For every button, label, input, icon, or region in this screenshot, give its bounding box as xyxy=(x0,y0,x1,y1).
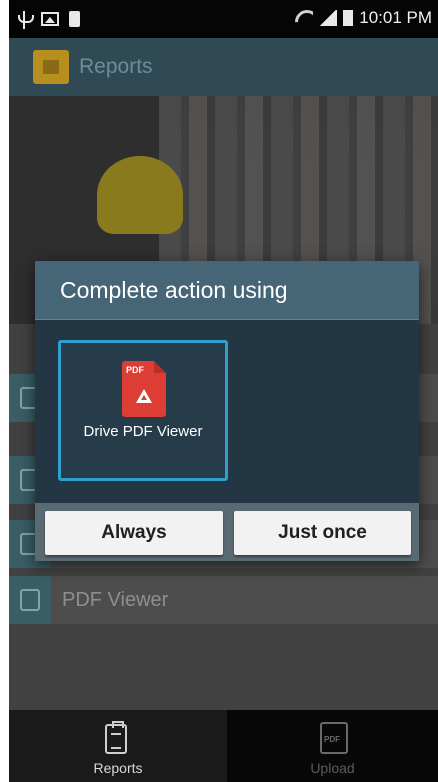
nav-tab-label: Upload xyxy=(310,760,355,776)
drive-pdf-icon: PDF xyxy=(122,361,166,417)
app-bar: Reports xyxy=(9,38,438,96)
status-time: 10:01 PM xyxy=(359,8,432,27)
phone-screen: 10:01 PM Reports PDF Viewer Reports PDF … xyxy=(9,0,438,782)
drive-logo-icon xyxy=(136,389,152,403)
pdf-tag: PDF xyxy=(126,365,144,375)
pdf-file-icon: PDF xyxy=(320,722,348,754)
nav-tab-reports[interactable]: Reports xyxy=(9,710,227,782)
status-right-icons: 10:01 PM xyxy=(295,8,432,28)
gallery-icon xyxy=(41,12,59,26)
list-item-label: PDF Viewer xyxy=(62,589,169,611)
list-item-icon-box xyxy=(9,576,51,624)
status-bar: 10:01 PM xyxy=(9,0,438,38)
battery-small-icon xyxy=(69,11,80,27)
complete-action-dialog: Complete action using PDF Drive PDF View… xyxy=(35,261,419,561)
always-button[interactable]: Always xyxy=(45,511,223,555)
battery-icon xyxy=(343,10,354,26)
dialog-button-bar: Always Just once xyxy=(35,503,419,561)
dialog-title: Complete action using xyxy=(60,277,288,303)
nav-tab-upload[interactable]: PDF Upload xyxy=(227,710,438,782)
app-option-label: Drive PDF Viewer xyxy=(83,423,203,440)
app-option-drive-pdf-viewer[interactable]: PDF Drive PDF Viewer xyxy=(58,340,228,481)
dialog-header: Complete action using xyxy=(35,261,419,320)
list-item-pdf-viewer[interactable]: PDF Viewer xyxy=(9,576,438,624)
pdf-file-icon-text: PDF xyxy=(324,735,340,744)
app-title: Reports xyxy=(79,55,153,78)
bottom-navigation: Reports PDF Upload xyxy=(9,710,438,782)
hard-hat-image xyxy=(97,156,183,234)
clipboard-icon xyxy=(105,721,127,754)
just-once-button[interactable]: Just once xyxy=(234,511,411,555)
nav-tab-label: Reports xyxy=(93,760,143,776)
signal-icon xyxy=(319,10,338,26)
pdf-document-icon xyxy=(20,589,40,611)
home-logo-icon[interactable] xyxy=(33,50,69,84)
status-left-icons xyxy=(17,9,80,29)
wifi-icon xyxy=(295,10,313,26)
page-fold xyxy=(154,361,166,373)
usb-icon xyxy=(17,9,34,29)
